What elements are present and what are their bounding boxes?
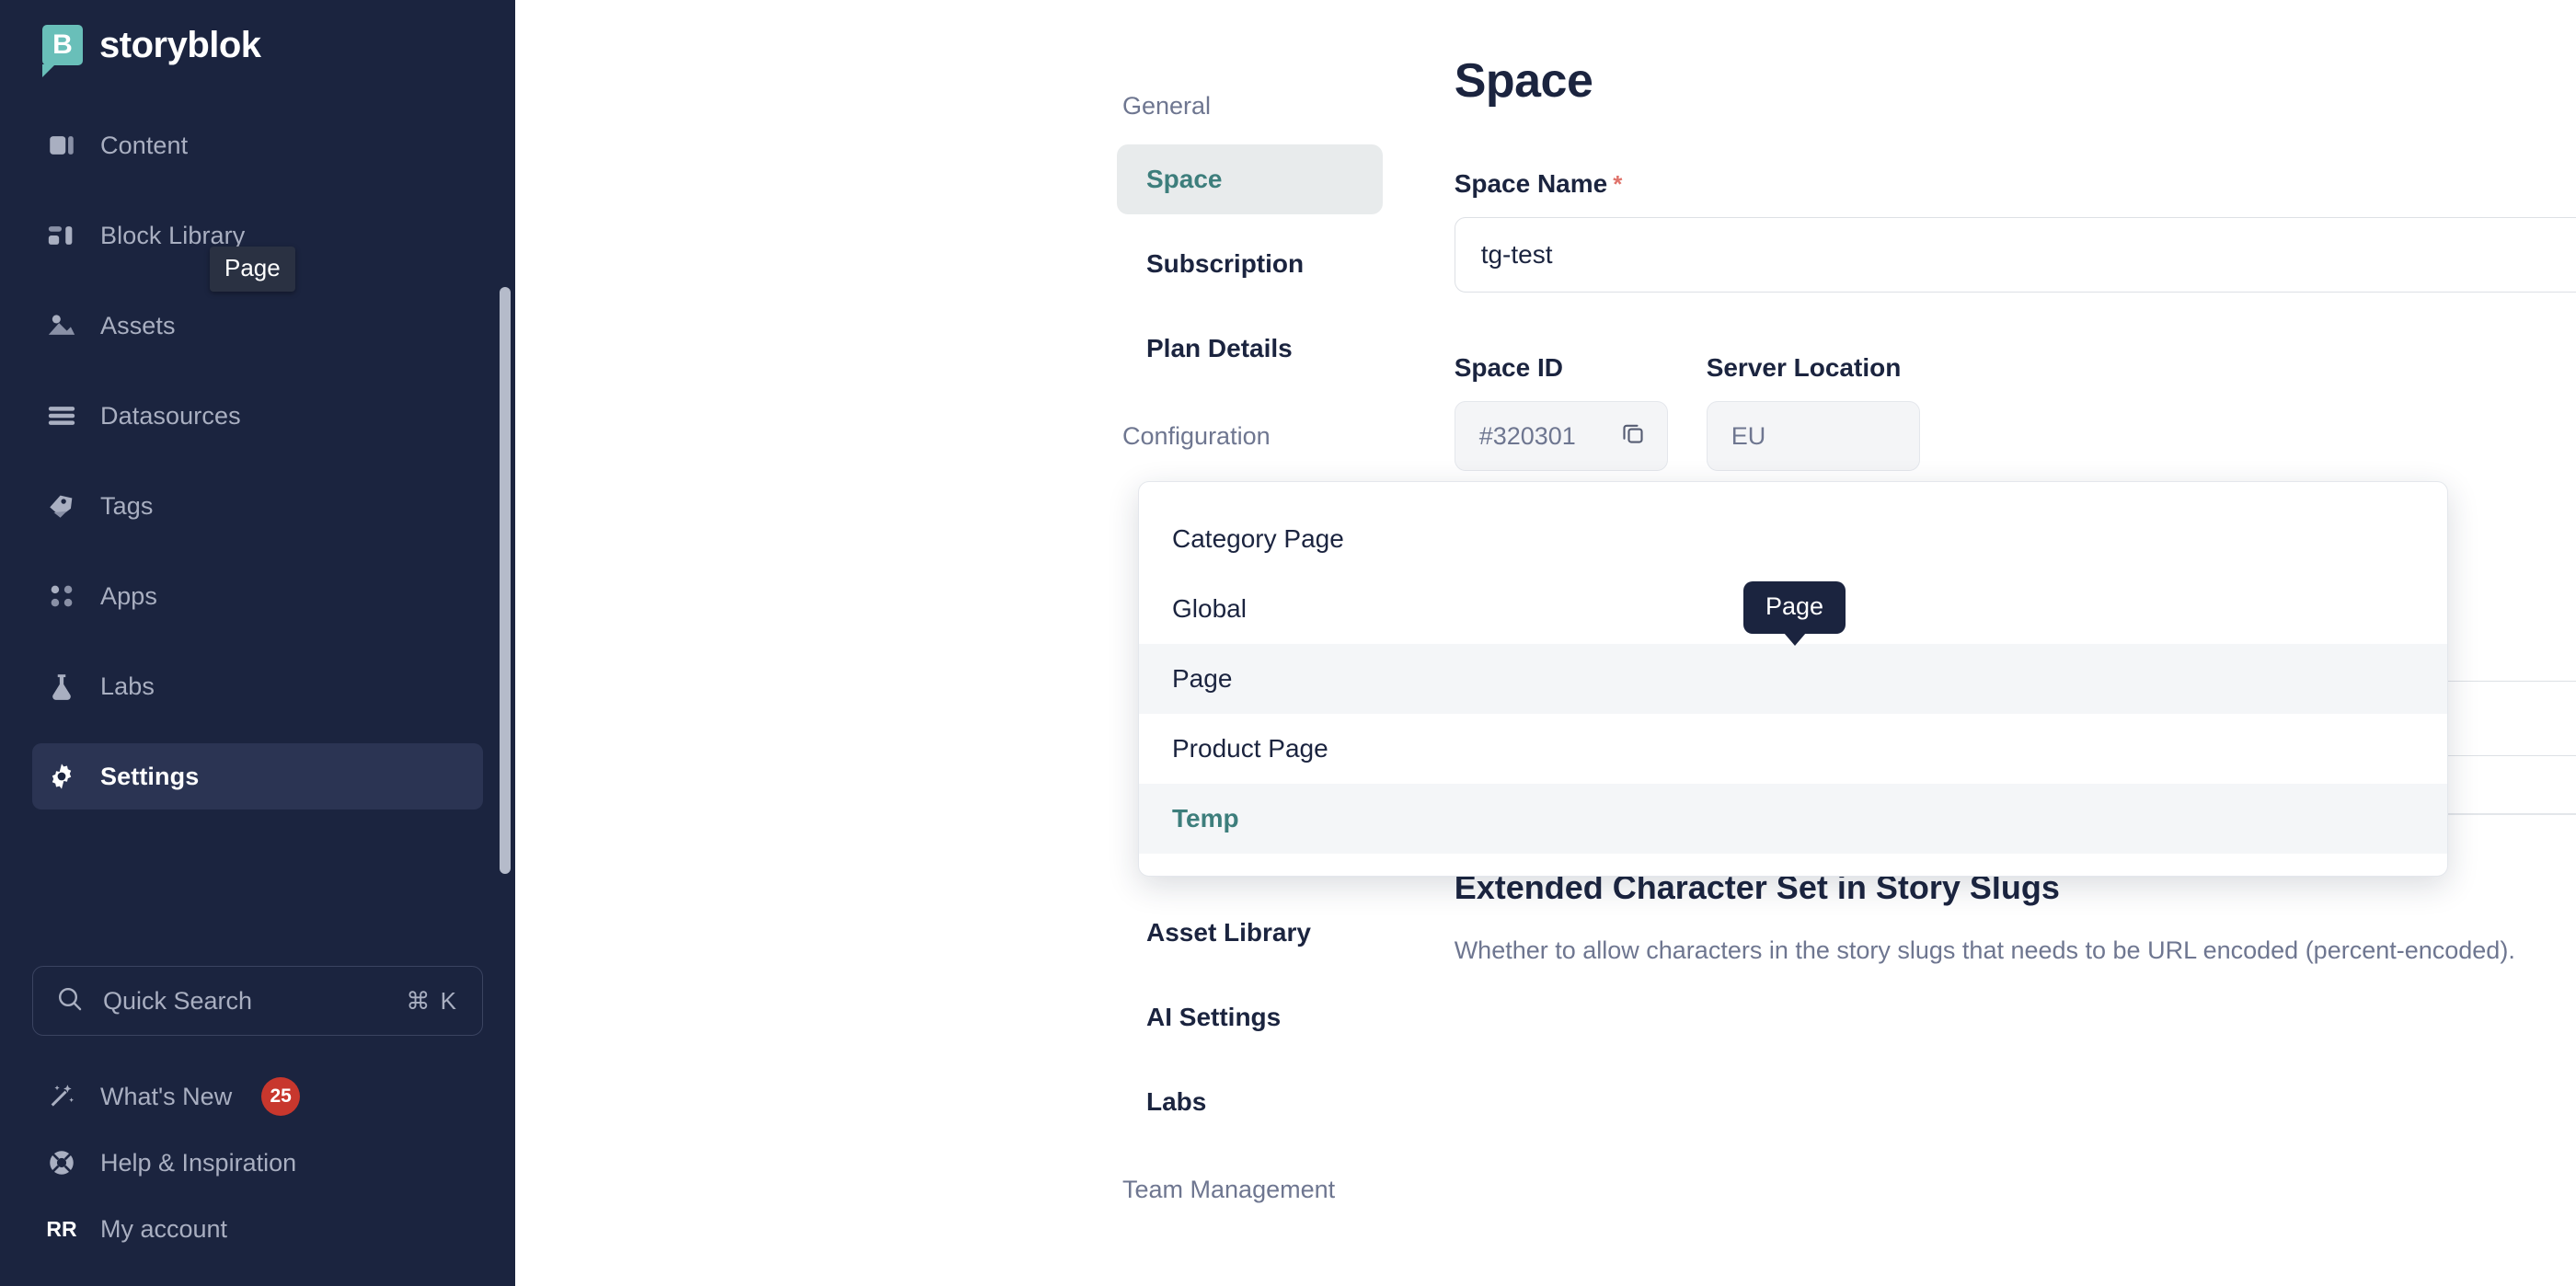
sidebar-item-label: Labs <box>100 672 155 700</box>
quick-search-label: Quick Search <box>103 986 253 1015</box>
search-icon <box>55 984 85 1018</box>
settings-nav-item-labs[interactable]: Labs <box>1117 1067 1383 1137</box>
sidebar-item-settings[interactable]: Settings <box>32 743 483 809</box>
sidebar-footer: Quick Search ⌘ K What's New 25 Help & In… <box>0 966 515 1286</box>
sidebar-nav: Dashboard Content Block Library <box>0 70 515 809</box>
sidebar-nav-scroll-area: Dashboard Content Block Library <box>0 70 515 879</box>
storyblok-logo-icon: B <box>42 25 83 77</box>
content-type-dropdown[interactable]: Category Page Global Page Product Page T… <box>1138 481 2448 877</box>
copy-icon[interactable] <box>1619 419 1647 454</box>
page-title: Space <box>1454 54 1593 108</box>
sidebar-item-label: Settings <box>100 762 200 790</box>
sparkle-wand-icon <box>43 1078 80 1115</box>
sidebar-item-label: Help & Inspiration <box>100 1148 297 1177</box>
quick-search-input[interactable]: Quick Search ⌘ K <box>32 966 483 1036</box>
whats-new-badge: 25 <box>261 1077 301 1116</box>
sidebar-item-help[interactable]: Help & Inspiration <box>32 1130 483 1196</box>
settings-nav-item-subscription[interactable]: Subscription <box>1117 229 1383 299</box>
dropdown-option-category-page[interactable]: Category Page <box>1139 504 2447 574</box>
dropdown-option-product-page[interactable]: Product Page <box>1139 714 2447 784</box>
space-name-value: tg-test <box>1480 240 1553 269</box>
sidebar-item-tags[interactable]: Tags <box>32 473 483 539</box>
sidebar-item-label: Block Library <box>100 221 246 249</box>
sidebar-item-content[interactable]: Content <box>32 112 483 178</box>
space-id-input: #320301 <box>1454 401 1668 471</box>
settings-nav-item-plan-details[interactable]: Plan Details <box>1117 314 1383 384</box>
sidebar-item-label: What's New <box>100 1082 233 1110</box>
dropdown-option-temp[interactable]: Temp <box>1139 784 2447 854</box>
settings-nav-item-asset-library[interactable]: Asset Library <box>1117 898 1383 968</box>
content-icon <box>43 127 80 164</box>
block-library-icon <box>43 217 80 254</box>
extended-charset-description: Whether to allow characters in the story… <box>1454 936 2515 964</box>
settings-nav-item-space[interactable]: Space <box>1117 144 1383 214</box>
server-location-input: EU <box>1706 401 1920 471</box>
sidebar-hover-tooltip: Page <box>210 247 295 292</box>
server-location-value: EU <box>1731 421 1766 450</box>
required-asterisk: * <box>1613 170 1623 198</box>
sidebar-item-label: Tags <box>100 491 154 520</box>
space-name-label: Space Name * <box>1455 169 2576 199</box>
settings-section-title-team-management: Team Management <box>1122 1176 1336 1203</box>
sidebar-item-whats-new[interactable]: What's New 25 <box>32 1063 483 1130</box>
sidebar-item-label: Assets <box>100 311 176 339</box>
apps-icon <box>43 578 80 614</box>
sidebar-item-my-account[interactable]: RR My account <box>32 1196 483 1262</box>
dashboard-icon <box>43 70 80 74</box>
server-location-label: Server Location <box>1706 353 1902 382</box>
sidebar-item-datasources[interactable]: Datasources <box>32 383 483 449</box>
sidebar-item-label: My account <box>100 1214 228 1243</box>
logo-letter: B <box>52 29 73 60</box>
settings-section-title-general: General <box>1122 92 1212 120</box>
app-root: B storyblok Dashboard Content <box>0 0 2576 1286</box>
lifebuoy-icon <box>43 1144 80 1181</box>
sidebar-item-label: Content <box>100 131 189 159</box>
datasources-icon <box>43 397 80 434</box>
space-name-label-text: Space Name <box>1454 169 1608 198</box>
space-id-group: Space ID #320301 <box>1454 293 1668 471</box>
labs-icon <box>43 668 80 705</box>
brand-logo[interactable]: B storyblok <box>0 0 515 77</box>
tags-icon <box>43 488 80 524</box>
space-name-input[interactable]: tg-test <box>1454 217 2576 293</box>
brand-name: storyblok <box>99 24 261 65</box>
sidebar-scrollbar[interactable] <box>500 287 511 874</box>
space-id-label: Space ID <box>1454 353 1563 382</box>
main-sidebar: B storyblok Dashboard Content <box>0 0 515 1286</box>
space-id-value: #320301 <box>1478 421 1576 450</box>
sidebar-item-assets[interactable]: Assets <box>32 293 483 359</box>
sidebar-item-label: Apps <box>100 581 157 610</box>
dropdown-hover-tooltip: Page <box>1743 581 1846 646</box>
sidebar-item-label: Datasources <box>100 401 241 430</box>
gear-icon <box>43 758 80 795</box>
assets-icon <box>43 307 80 344</box>
avatar: RR <box>46 1216 77 1241</box>
settings-nav-item-ai-settings[interactable]: AI Settings <box>1117 982 1383 1052</box>
sidebar-item-labs[interactable]: Labs <box>32 653 483 719</box>
settings-section-title-configuration: Configuration <box>1122 422 1271 450</box>
sidebar-item-apps[interactable]: Apps <box>32 563 483 629</box>
server-location-group: Server Location EU <box>1706 293 1920 471</box>
dropdown-option-page[interactable]: Page <box>1139 644 2447 714</box>
quick-search-shortcut: ⌘ K <box>406 986 458 1015</box>
sidebar-item-dashboard[interactable]: Dashboard <box>32 70 483 88</box>
